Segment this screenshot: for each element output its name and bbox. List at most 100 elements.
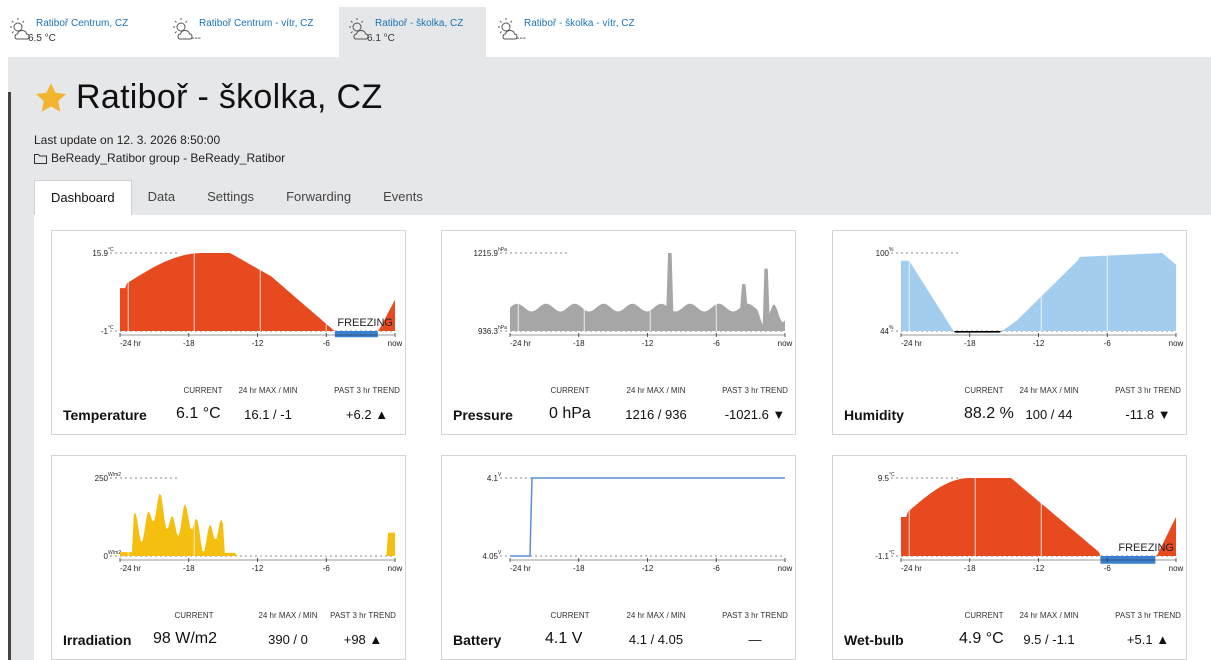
- station-tab-skolka[interactable]: Ratiboř - školka, CZ 6.1 °C: [339, 7, 486, 57]
- max-unit: hPa: [498, 247, 507, 253]
- tab-settings[interactable]: Settings: [191, 180, 270, 216]
- x-tick-label: -18: [964, 339, 976, 348]
- x-tick-label: -6: [713, 564, 721, 573]
- chart: 15.9 °C-1 °C-24 hr -18 -12 -6 nowFREEZING: [92, 247, 402, 348]
- station-title: Ratiboř - školka, CZ: [76, 78, 383, 116]
- metric-label: Irradiation: [63, 632, 132, 648]
- chart: 9.5 °C-1.1 °C-24 hr -18 -12 -6 nowFREEZING: [875, 472, 1183, 573]
- stat-head-current: CURRENT: [964, 386, 1004, 395]
- group-line: BeReady_Ratibor group - BeReady_Ratibor: [34, 151, 285, 165]
- metric-card-irradiation[interactable]: 250 W/m2 0 W/m2 -24 hr -18 -12 -6 now CURRENT 24 h…: [51, 455, 406, 660]
- stat-head-current: CURRENT: [183, 386, 223, 395]
- metric-card-wet-bulb[interactable]: 9.5 °C -1.1 °C -24 hr -18 -12 -6 now FREEZING CURR…: [832, 455, 1187, 660]
- max-unit: °C: [889, 472, 895, 478]
- x-tick-label: -24 hr: [510, 564, 531, 573]
- max-unit: °C: [108, 247, 114, 253]
- tab-data[interactable]: Data: [132, 180, 191, 216]
- x-tick-label: -12: [252, 564, 264, 573]
- tab-events[interactable]: Events: [367, 180, 439, 216]
- stat-head-trend: PAST 3 hr TREND: [334, 386, 400, 395]
- chart: 250 W/m20 W/m2-24 hr -18 -12 -6 now: [95, 472, 403, 573]
- station-tab-name: Ratiboř - školka - vítr, CZ: [524, 18, 635, 29]
- detail-tabs: Dashboard Data Settings Forwarding Event…: [34, 180, 439, 216]
- star-icon[interactable]: [34, 81, 68, 115]
- stat-head-current: CURRENT: [174, 611, 214, 620]
- x-tick-label: -12: [252, 339, 264, 348]
- x-tick-label: now: [388, 564, 403, 573]
- x-tick-label: -24 hr: [510, 339, 531, 348]
- max-label: 250: [95, 474, 109, 483]
- metric-card-humidity[interactable]: 100% 44% -24 hr -18 -12 -6 now CURRENT 24 hr MAX…: [832, 230, 1187, 435]
- max-label: 15.9: [92, 249, 108, 258]
- x-tick-label: -6: [713, 339, 721, 348]
- station-tab-name: Ratiboř - školka, CZ: [375, 18, 464, 29]
- x-tick-label: -12: [642, 339, 654, 348]
- current-value: 98 W/m2: [153, 630, 218, 647]
- stat-head-maxmin: 24 hr MAX / MIN: [626, 386, 686, 395]
- stat-head-current: CURRENT: [550, 611, 590, 620]
- current-value: 0 hPa: [549, 405, 591, 422]
- x-tick-label: -24 hr: [901, 339, 922, 348]
- x-tick-label: now: [778, 564, 793, 573]
- x-tick-label: -18: [573, 339, 585, 348]
- x-tick-label: -18: [573, 564, 585, 573]
- current-value: 6.1 °C: [176, 405, 221, 422]
- trend-value: +5.1 ▲: [1126, 632, 1170, 647]
- x-tick-label: -6: [323, 339, 331, 348]
- x-tick-label: -18: [183, 339, 195, 348]
- station-tab-centrum[interactable]: Ratiboř Centrum, CZ 6.5 °C: [0, 7, 163, 57]
- tab-forwarding[interactable]: Forwarding: [270, 180, 367, 216]
- max-label: 100: [876, 249, 890, 258]
- x-tick-label: now: [778, 339, 793, 348]
- max-min-value: 4.1 / 4.05: [628, 632, 684, 647]
- min-unit: °C: [889, 550, 895, 556]
- x-tick-label: -18: [183, 564, 195, 573]
- metric-card-temperature[interactable]: 15.9 °C -1 °C -24 hr -18 -12 -6 now FREEZING CURRE…: [51, 230, 406, 435]
- current-value: 4.9 °C: [959, 630, 1004, 647]
- x-tick-label: -6: [323, 564, 331, 573]
- max-unit: %: [889, 247, 894, 253]
- station-tab-centrum-vitr[interactable]: Ratiboř Centrum - vítr, CZ ---: [163, 7, 339, 57]
- stat-head-maxmin: 24 hr MAX / MIN: [258, 611, 318, 620]
- metric-label: Pressure: [453, 407, 513, 423]
- current-value: 4.1 V: [545, 630, 583, 647]
- trend-value: —: [748, 632, 762, 647]
- tab-dashboard[interactable]: Dashboard: [34, 180, 132, 216]
- x-tick-label: -24 hr: [120, 339, 141, 348]
- min-label: -1.1: [875, 552, 889, 561]
- min-label: 4.05: [482, 552, 498, 561]
- max-label: 1215.9: [474, 249, 499, 258]
- max-min-value: 1216 / 936: [625, 407, 687, 422]
- station-tab-value: 6.1 °C: [367, 33, 395, 44]
- metric-label: Wet-bulb: [844, 632, 904, 648]
- x-tick-label: -6: [1104, 564, 1112, 573]
- station-tab-value: 6.5 °C: [28, 33, 56, 44]
- metric-card-battery[interactable]: 4.1 V 4.05 V -24 hr -18 -12 -6 now CURRENT 24 hr M…: [441, 455, 796, 660]
- stat-head-trend: PAST 3 hr TREND: [1115, 386, 1181, 395]
- stat-head-maxmin: 24 hr MAX / MIN: [626, 611, 686, 620]
- stat-head-trend: PAST 3 hr TREND: [722, 611, 788, 620]
- current-value: 88.2 %: [964, 405, 1014, 422]
- x-tick-label: -12: [1033, 564, 1045, 573]
- max-min-value: 390 / 0: [268, 632, 308, 647]
- trend-value: +6.2 ▲: [345, 407, 389, 422]
- metric-card-pressure[interactable]: 1215.9 hPa 936.3 hPa -24 hr -18 -12 -6 now CURREN…: [441, 230, 796, 435]
- min-label: 936.3: [478, 327, 499, 336]
- x-tick-label: -12: [642, 564, 654, 573]
- min-unit: V: [498, 550, 502, 556]
- min-unit: °C: [108, 325, 114, 331]
- stat-head-trend: PAST 3 hr TREND: [330, 611, 396, 620]
- station-tabs: Ratiboř Centrum, CZ 6.5 °C Ratiboř Centr…: [0, 0, 1211, 57]
- left-border: [8, 92, 11, 660]
- stat-head-maxmin: 24 hr MAX / MIN: [238, 386, 298, 395]
- min-unit: W/m2: [108, 550, 121, 556]
- series-area: [901, 253, 1176, 331]
- stat-head-current: CURRENT: [964, 611, 1004, 620]
- trend-value: +98 ▲: [343, 632, 383, 647]
- x-tick-label: -24 hr: [120, 564, 141, 573]
- metric-label: Temperature: [63, 407, 147, 423]
- station-tab-skolka-vitr[interactable]: Ratiboř - školka - vítr, CZ ---: [488, 7, 668, 57]
- max-unit: V: [498, 472, 502, 478]
- station-tab-value: ---: [191, 33, 201, 44]
- trend-value: -11.8 ▼: [1125, 407, 1171, 422]
